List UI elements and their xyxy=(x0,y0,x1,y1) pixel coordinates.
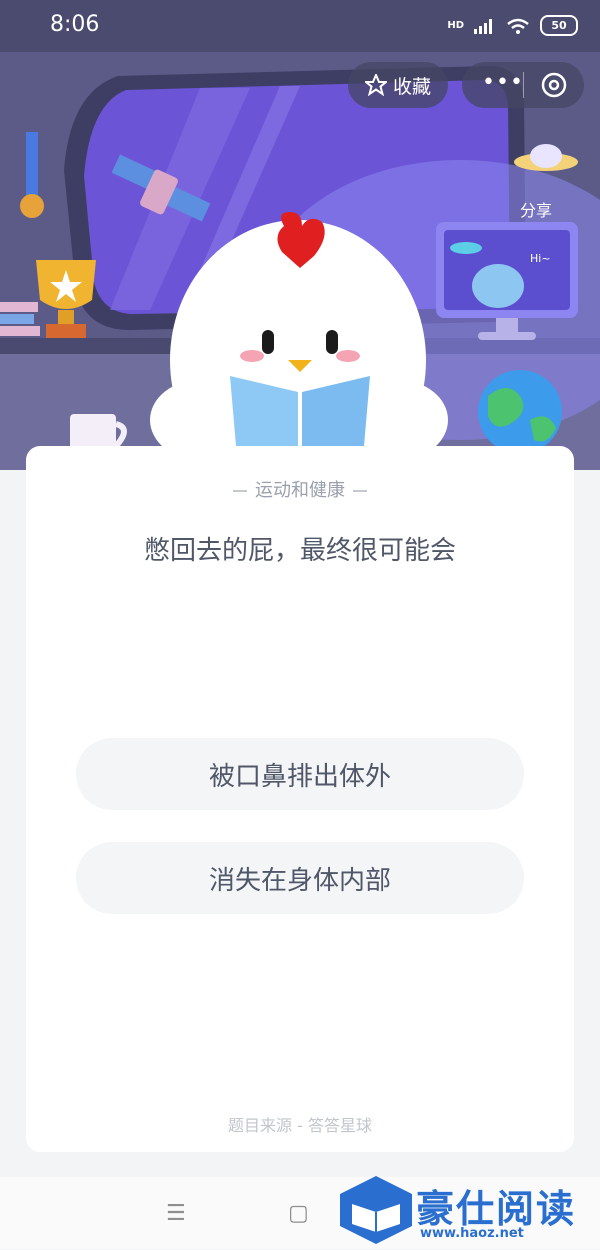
globe-icon xyxy=(478,370,562,454)
answer-option-2[interactable]: 消失在身体内部 xyxy=(76,842,524,914)
category-label: 运动和健康 xyxy=(26,476,574,502)
favorite-button[interactable]: 收藏 xyxy=(348,62,448,108)
monitor-text: Hi~ xyxy=(530,252,551,265)
network-label: HD xyxy=(447,20,464,31)
category-dash-left xyxy=(233,490,247,492)
menu-button[interactable]: ☰ xyxy=(166,1201,186,1226)
favorite-label: 收藏 xyxy=(392,75,431,98)
wifi-icon xyxy=(507,18,529,34)
book-logo-icon xyxy=(340,1176,412,1244)
capsule-menu: ••• xyxy=(462,62,584,108)
home-button[interactable]: ▢ xyxy=(288,1201,309,1226)
close-miniprogram-icon[interactable] xyxy=(540,71,568,99)
category-dash-right xyxy=(353,490,367,492)
question-source: 题目来源 - 答答星球 xyxy=(228,1116,372,1135)
capsule-divider xyxy=(523,72,524,98)
watermark-text: 豪仕阅读 xyxy=(416,1187,577,1231)
question-card: 运动和健康 憋回去的屁，最终很可能会 被口鼻排出体外 消失在身体内部 题目来源 … xyxy=(26,446,574,1152)
cellular-signal-icon xyxy=(474,18,492,34)
more-options-button[interactable]: ••• xyxy=(482,70,524,95)
star-icon xyxy=(364,74,387,96)
status-time: 8:06 xyxy=(50,12,100,37)
status-icons: HD 50 xyxy=(447,15,578,36)
status-bar: 8:06 HD 50 xyxy=(0,0,600,52)
battery-icon: 50 xyxy=(540,15,578,36)
share-button[interactable]: 分享 xyxy=(520,197,552,221)
answer-option-1[interactable]: 被口鼻排出体外 xyxy=(76,738,524,810)
category-text: 运动和健康 xyxy=(255,480,345,501)
question-text: 憋回去的屁，最终很可能会 xyxy=(143,536,456,566)
watermark: 豪仕阅读 www.haoz.net xyxy=(338,1174,600,1249)
watermark-url: www.haoz.net xyxy=(420,1226,524,1241)
more-dots-icon: ••• xyxy=(482,70,524,95)
